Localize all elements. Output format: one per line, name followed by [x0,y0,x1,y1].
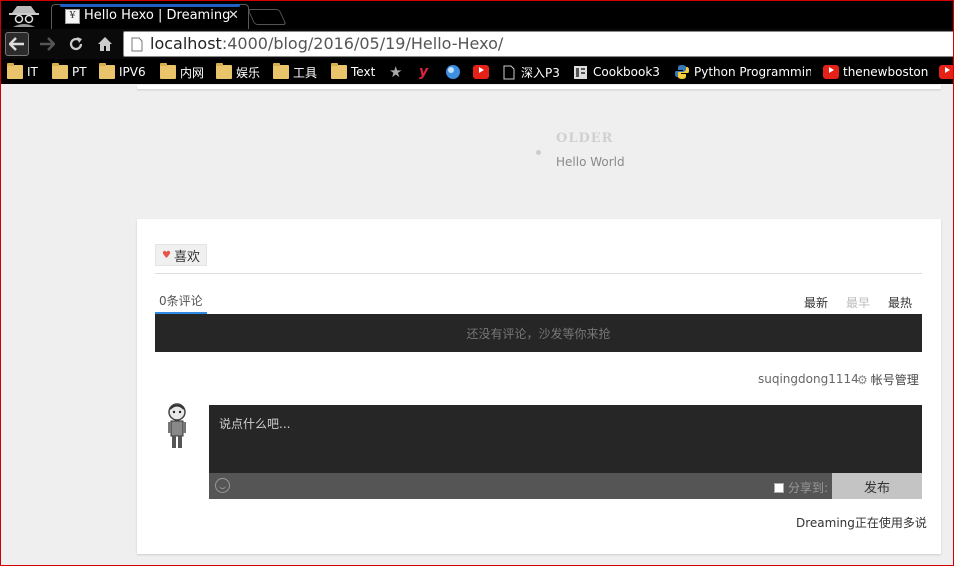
globe-icon [446,65,460,79]
address-bar[interactable]: localhost:4000/blog/2016/05/19/Hello-Hex… [123,31,953,57]
gear-icon: ⚙ [857,372,868,387]
account-settings-link[interactable]: ⚙ 帐号管理 [857,371,919,388]
emoji-icon[interactable] [215,478,230,493]
comment-count-tab[interactable]: 0条评论 [155,292,207,314]
bookmark-it[interactable]: IT [7,63,38,81]
forward-arrow-icon [40,37,55,51]
bookmark-youtube-2[interactable] [939,63,953,81]
sort-oldest[interactable]: 最早 [846,294,870,311]
bookmarks-bar: IT PT IPV6 内网 娱乐 工具 Text ★ y 深入P3 Cookbo… [1,59,953,84]
toolbar: localhost:4000/blog/2016/05/19/Hello-Hex… [1,29,953,59]
like-button[interactable]: ♥ 喜欢 [155,244,207,266]
new-tab-button[interactable] [247,9,287,25]
page-icon [131,37,143,52]
book-icon [574,65,587,79]
python-icon [675,65,689,79]
divider [155,273,922,274]
tab-active[interactable]: ¥ Hello Hexo | Dreaming ✕ [51,4,249,29]
publish-button[interactable]: 发布 [832,473,922,499]
bookmark-youtube-1[interactable] [473,63,493,81]
tab-accent [60,4,240,7]
username[interactable]: suqingdong1114 [758,372,859,386]
post-card-edge [137,85,941,89]
back-button[interactable] [5,32,29,56]
bookmark-p3[interactable]: 深入P3 [503,63,560,81]
avatar [168,403,186,448]
folder-icon [273,63,289,79]
folder-icon [7,63,23,79]
share-option[interactable]: 分享到: [774,479,828,496]
close-icon[interactable]: ✕ [228,8,239,23]
youtube-icon [939,65,953,79]
home-button[interactable] [93,32,117,56]
sort-newest[interactable]: 最新 [804,294,828,311]
home-icon [98,37,112,51]
tab-title: Hello Hexo | Dreaming [84,8,231,23]
comments-card: ♥ 喜欢 0条评论 最新 最早 最热 还没有评论，沙发等你来抢 suqingdo… [137,219,941,554]
forward-button[interactable] [35,32,59,56]
older-label: OLDER [556,131,614,146]
older-dot [536,150,541,155]
star-icon[interactable]: ★ [389,63,402,81]
incognito-icon [9,6,39,27]
folder-icon [99,63,115,79]
reload-button[interactable] [64,32,88,56]
youtube-icon [823,65,839,79]
share-checkbox[interactable] [774,482,784,493]
bookmark-cookbook3[interactable]: Cookbook3 [573,63,660,81]
bookmark-entertainment[interactable]: 娱乐 [216,63,260,81]
folder-icon [331,63,347,79]
compose-toolbar: 分享到: 发布 [209,473,922,499]
bookmark-text[interactable]: Text [331,63,375,81]
bookmark-tools[interactable]: 工具 [273,63,317,81]
folder-icon [52,63,68,79]
url-text: localhost:4000/blog/2016/05/19/Hello-Hex… [150,34,504,53]
heart-icon: ♥ [162,249,171,261]
dreaming-favicon-icon: ¥ [65,9,80,24]
bookmark-intranet[interactable]: 内网 [160,63,204,81]
tab-strip: ¥ Hello Hexo | Dreaming ✕ [1,1,953,29]
reload-icon [69,37,83,51]
bookmark-python[interactable]: Python Programmin [674,63,811,81]
bookmark-globe[interactable] [445,63,461,81]
browser-window: ¥ Hello Hexo | Dreaming ✕ localhost:4000… [0,0,954,566]
youtube-icon [473,65,489,79]
folder-icon [160,63,176,79]
bookmark-ipv6[interactable]: IPV6 [99,63,146,81]
empty-comments-message: 还没有评论，沙发等你来抢 [155,314,922,352]
folder-icon [216,63,232,79]
bookmark-pt[interactable]: PT [52,63,87,81]
page-content: OLDER Hello World ♥ 喜欢 0条评论 最新 最早 最热 还没有… [1,85,953,565]
y-icon[interactable]: y [419,63,428,81]
bookmark-thenewboston[interactable]: thenewboston [823,63,928,81]
older-post-link[interactable]: Hello World [556,155,625,169]
page-icon [503,65,515,79]
powered-by[interactable]: Dreaming正在使用多说 [796,514,927,531]
sort-hottest[interactable]: 最热 [888,294,912,311]
comment-input[interactable] [209,405,922,473]
back-arrow-icon [9,37,24,51]
